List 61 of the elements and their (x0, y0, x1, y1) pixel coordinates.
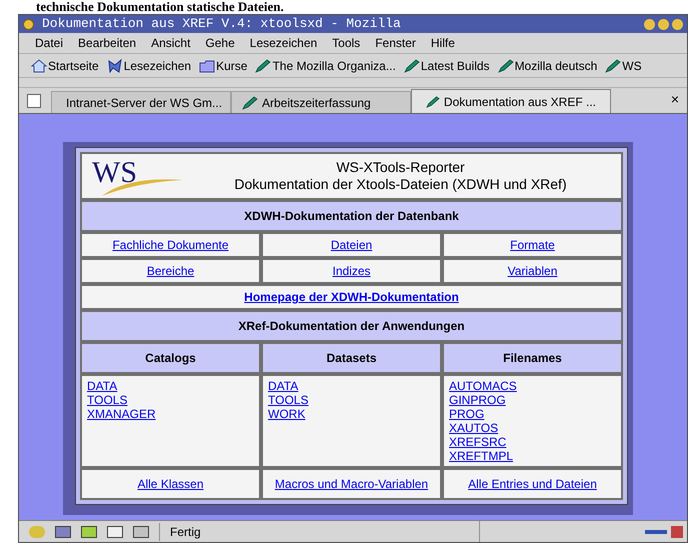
link[interactable]: TOOLS (87, 393, 128, 407)
menu-item[interactable]: Datei (35, 34, 64, 52)
report-subtitle: Dokumentation der Xtools-Dateien (XDWH und XRef) (234, 176, 567, 193)
link[interactable]: XMANAGER (87, 407, 156, 421)
link[interactable]: WORK (268, 407, 306, 421)
bookmark-icon (106, 58, 123, 72)
section-heading: XDWH-Dokumentation der Datenbank (80, 200, 623, 232)
link[interactable]: Formate (510, 238, 555, 252)
link[interactable]: XREFTMPL (449, 449, 514, 463)
window-title: Dokumentation aus XREF V.4: xtoolsxd - Mozilla (42, 15, 401, 34)
bookmark-item[interactable]: Lesezeichen (106, 56, 192, 74)
pen-icon (255, 58, 272, 72)
link[interactable]: Indizes (332, 264, 371, 278)
link[interactable]: Dateien (330, 238, 372, 252)
menu-item[interactable]: Bearbeiten (78, 34, 136, 52)
link[interactable]: DATA (268, 379, 298, 393)
menu-item[interactable]: Lesezeichen (250, 34, 318, 52)
bookmark-item[interactable]: Startseite (31, 56, 99, 74)
section-heading: XRef-Dokumentation der Anwendungen (80, 310, 623, 342)
caption-text: technische Dokumentation statische Dateien. (35, 0, 285, 14)
folder-icon (199, 58, 216, 72)
link[interactable]: PROG (449, 407, 484, 421)
status-text: Fertig (159, 522, 479, 540)
tab[interactable]: Intranet-Server der WS Gm... (51, 91, 231, 113)
menu-item[interactable]: Gehe (205, 34, 235, 52)
link[interactable]: TOOLS (268, 393, 308, 407)
column-header: Catalogs (80, 342, 261, 374)
link[interactable]: Alle Klassen (137, 477, 204, 491)
menu-item[interactable]: Ansicht (151, 34, 190, 52)
pen-icon (605, 58, 622, 72)
tab[interactable]: Dokumentation aus XREF ... (411, 89, 611, 113)
pen-icon (498, 58, 514, 72)
menu-item[interactable]: Fenster (375, 34, 416, 52)
pen-icon (404, 58, 420, 72)
close-tab-button[interactable]: × (670, 89, 679, 110)
link[interactable]: XAUTOS (449, 421, 498, 435)
bookmark-item[interactable]: WS (605, 56, 642, 74)
link[interactable]: AUTOMACS (449, 379, 517, 393)
link[interactable]: DATA (87, 379, 118, 393)
window-menu-icon[interactable] (23, 18, 34, 30)
column-header: Filenames (442, 342, 623, 374)
bookmark-item[interactable]: Latest Builds (404, 56, 490, 74)
tab[interactable]: Arbeitszeiterfassung (231, 91, 411, 113)
menu-item[interactable]: Tools (332, 34, 360, 52)
close-button[interactable] (672, 18, 683, 30)
minimize-button[interactable] (644, 18, 655, 30)
menu-item[interactable]: Hilfe (430, 34, 455, 52)
bookmark-item[interactable]: Kurse (199, 56, 248, 74)
link[interactable]: Bereiche (146, 264, 194, 278)
logo: WS (88, 154, 188, 198)
bookmark-item[interactable]: Mozilla deutsch (498, 56, 598, 74)
house-icon (31, 58, 47, 72)
report-title: WS-XTools-Reporter (336, 159, 465, 176)
pen-icon (426, 94, 440, 108)
link[interactable]: XREFSRC (449, 435, 506, 449)
bookmark-item[interactable]: The Mozilla Organiza... (255, 56, 396, 74)
pen-icon (242, 96, 258, 110)
link[interactable]: GINPROG (449, 393, 506, 407)
maximize-button[interactable] (658, 18, 669, 30)
column-header: Datasets (261, 342, 442, 374)
link[interactable]: Variablen (508, 264, 558, 278)
